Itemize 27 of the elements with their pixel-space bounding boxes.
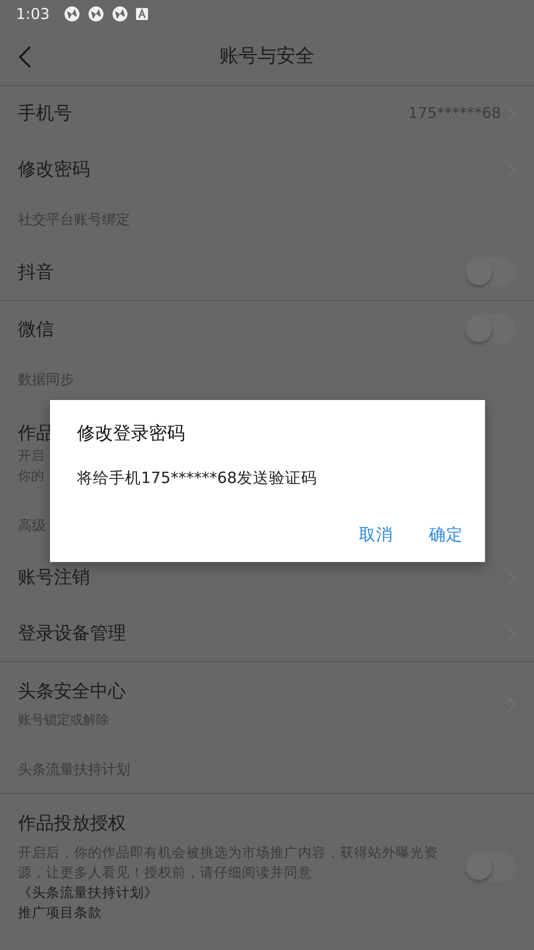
dialog-message: 将给手机175******68发送验证码 — [77, 468, 318, 489]
settings-row[interactable]: 修改密码 — [0, 142, 534, 198]
toggle-switch[interactable] — [464, 314, 516, 344]
row-label: 账号注销 — [18, 566, 91, 590]
toggle-switch[interactable] — [464, 257, 516, 287]
keyboard-icon — [136, 8, 148, 20]
terms-link[interactable]: 《头条流量扶持计划》 — [18, 885, 158, 901]
row-label: 头条安全中心 — [18, 680, 127, 704]
dialog-title: 修改登录密码 — [77, 422, 186, 446]
terms-link[interactable]: 推广项目条款 — [18, 903, 102, 924]
row-label: 微信 — [18, 318, 55, 342]
app-notification-icon — [88, 6, 104, 22]
row-label: 手机号 — [18, 102, 73, 126]
row-label: 抖音 — [18, 260, 55, 284]
row-label: 登录设备管理 — [18, 622, 127, 646]
row-label: 作品投放授权 — [18, 812, 127, 836]
dialog-button[interactable]: 确定 — [427, 523, 465, 548]
settings-row[interactable]: 账号注销 — [0, 550, 534, 606]
app-notification-icon — [64, 6, 80, 22]
toggle-switch[interactable] — [464, 852, 516, 882]
status-time: 1:03 — [16, 4, 50, 25]
back-icon[interactable] — [18, 44, 32, 68]
dialog-button[interactable]: 取消 — [357, 523, 395, 548]
app-notification-icon — [112, 6, 128, 22]
page-title: 账号与安全 — [220, 44, 314, 70]
row-label: 修改密码 — [18, 158, 91, 182]
settings-row[interactable]: 登录设备管理 — [0, 606, 534, 662]
